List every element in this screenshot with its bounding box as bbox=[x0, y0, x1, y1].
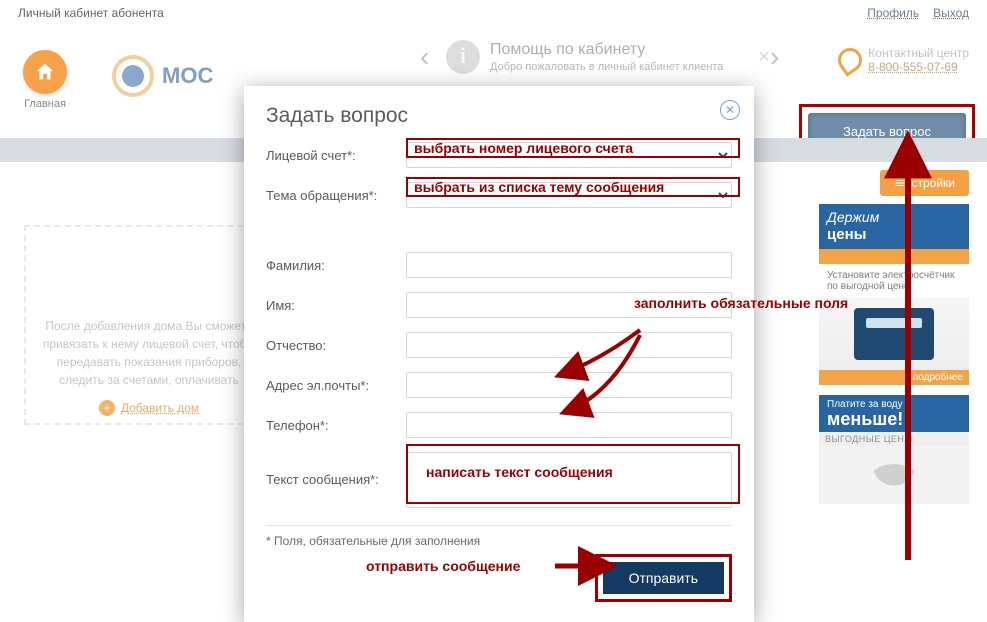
submit-highlight: Отправить bbox=[595, 554, 732, 602]
contact-block: Контактный центр 8-800-555-07-69 bbox=[868, 46, 969, 74]
required-note: * Поля, обязательные для заполнения bbox=[266, 534, 732, 548]
info-icon: i bbox=[446, 40, 480, 74]
banner-close-icon[interactable]: × bbox=[758, 46, 770, 69]
modal-title: Задать вопрос bbox=[266, 104, 732, 128]
topbar: Личный кабинет абонента Профиль Выход bbox=[0, 0, 987, 26]
phone-input[interactable] bbox=[406, 412, 732, 438]
ad1-image bbox=[819, 298, 969, 370]
firstname-input[interactable] bbox=[406, 292, 732, 318]
add-house-placeholder: После добавления дома Вы сможете привяза… bbox=[24, 225, 274, 425]
phone-icon bbox=[834, 43, 867, 76]
lastname-input[interactable] bbox=[406, 252, 732, 278]
logo-text: МОС bbox=[162, 63, 213, 89]
ad-prices[interactable]: Держим цены Установите электросчётчик по… bbox=[819, 204, 969, 385]
add-house-link[interactable]: + Добавить дом bbox=[99, 399, 199, 417]
banner-subtitle: Добро пожаловать в личный кабинет клиент… bbox=[490, 61, 723, 73]
banner-prev[interactable]: ‹ bbox=[420, 41, 440, 73]
settings-tab[interactable]: стройки bbox=[880, 170, 970, 196]
topic-select[interactable] bbox=[406, 182, 732, 208]
ad1-line2: цены bbox=[827, 226, 866, 243]
ads-column: Держим цены Установите электросчётчик по… bbox=[819, 204, 969, 514]
contact-phone[interactable]: 8-800-555-07-69 bbox=[868, 60, 969, 74]
label-firstname: Имя: bbox=[266, 298, 406, 313]
ad2-sub: ВЫГОДНЫЕ ЦЕНЫ bbox=[819, 432, 969, 446]
help-banner: ‹ i Помощь по кабинету Добро пожаловать … bbox=[420, 40, 790, 74]
topbar-title: Личный кабинет абонента bbox=[18, 6, 164, 20]
email-input[interactable] bbox=[406, 372, 732, 398]
sliders-icon bbox=[894, 177, 906, 189]
profile-link[interactable]: Профиль bbox=[867, 6, 919, 20]
logo: МОС bbox=[112, 55, 213, 97]
ad1-stripe bbox=[819, 249, 969, 264]
message-textarea[interactable] bbox=[406, 452, 732, 508]
label-middlename: Отчество: bbox=[266, 338, 406, 353]
plus-icon: + bbox=[99, 400, 115, 416]
modal-divider bbox=[266, 525, 732, 526]
modal-close-icon[interactable]: ✕ bbox=[720, 100, 740, 120]
label-lastname: Фамилия: bbox=[266, 258, 406, 273]
contact-label: Контактный центр bbox=[868, 46, 969, 60]
settings-label: стройки bbox=[912, 176, 956, 190]
logo-icon bbox=[112, 55, 154, 97]
banner-title: Помощь по кабинету bbox=[490, 41, 723, 59]
label-phone: Телефон*: bbox=[266, 418, 406, 433]
ad1-more[interactable]: подробнее bbox=[819, 370, 969, 385]
placeholder-text: После добавления дома Вы сможете привяза… bbox=[40, 317, 258, 389]
label-message: Текст сообщения*: bbox=[266, 452, 406, 487]
add-house-label: Добавить дом bbox=[121, 399, 199, 417]
ad-water[interactable]: Платите за воду меньше! ВЫГОДНЫЕ ЦЕНЫ bbox=[819, 395, 969, 504]
account-select[interactable] bbox=[406, 142, 732, 168]
ask-question-modal: ✕ Задать вопрос Лицевой счет*: Тема обра… bbox=[244, 86, 754, 622]
ad1-body: Установите электросчётчик по выгодной це… bbox=[819, 264, 969, 298]
ad1-line1: Держим bbox=[827, 209, 879, 225]
home-label: Главная bbox=[18, 98, 72, 110]
banner-next[interactable]: › bbox=[770, 41, 790, 73]
label-email: Адрес эл.почты*: bbox=[266, 378, 406, 393]
ad2-big: меньше! bbox=[827, 410, 961, 428]
submit-button[interactable]: Отправить bbox=[603, 562, 724, 594]
logout-link[interactable]: Выход bbox=[933, 6, 969, 20]
ad2-image bbox=[819, 446, 969, 504]
home-icon bbox=[23, 50, 67, 94]
label-account: Лицевой счет*: bbox=[266, 148, 406, 163]
middlename-input[interactable] bbox=[406, 332, 732, 358]
label-topic: Тема обращения*: bbox=[266, 188, 406, 203]
home-button[interactable]: Главная bbox=[18, 50, 72, 110]
